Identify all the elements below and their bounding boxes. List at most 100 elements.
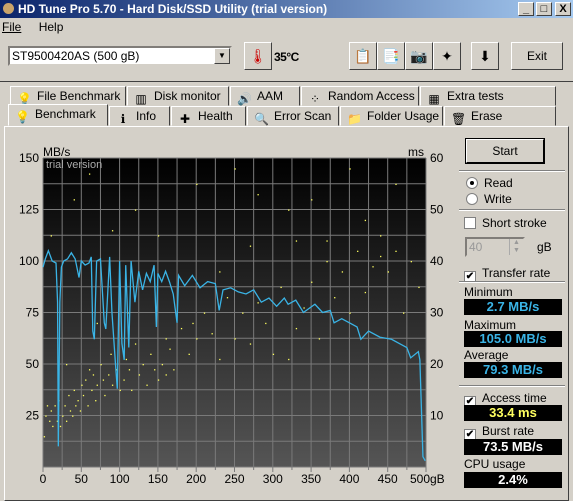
access-time-point	[311, 281, 313, 283]
tab-folder-usage[interactable]: 📁 Folder Usage	[340, 106, 443, 126]
access-time-point	[134, 209, 137, 211]
short-stroke-checkbox[interactable]: Short stroke	[464, 216, 547, 230]
tab-health[interactable]: ✚ Health	[171, 106, 246, 126]
access-time-point	[125, 358, 128, 361]
access-time-point	[349, 312, 351, 314]
access-time-point	[265, 322, 267, 325]
start-button[interactable]: Start	[465, 138, 545, 164]
write-label: Write	[484, 192, 512, 206]
menu-bar: File Help	[0, 18, 573, 36]
average-value: 79.3 MB/s	[464, 362, 562, 378]
access-time-point	[169, 348, 171, 350]
divider	[459, 209, 565, 211]
maximize-button[interactable]: □	[536, 2, 552, 16]
access-time-point	[111, 230, 114, 232]
x-tick-label: 300	[263, 472, 283, 486]
copy-info-icon[interactable]: 📋	[349, 42, 377, 70]
burst-rate-value: 73.5 MB/s	[464, 439, 562, 455]
access-time-point	[142, 364, 144, 366]
read-radio[interactable]: Read	[466, 176, 513, 190]
close-button[interactable]: X	[555, 2, 571, 16]
access-time-point	[65, 420, 68, 422]
access-time-point	[96, 384, 98, 386]
short-stroke-label: Short stroke	[482, 216, 547, 230]
cpu-usage-value: 2.4%	[464, 472, 562, 488]
access-time-point	[418, 286, 420, 289]
tab-random-access[interactable]: ⁘ Random Access	[301, 86, 419, 106]
window-title: HD Tune Pro 5.70 - Hard Disk/SSD Utility…	[18, 2, 328, 16]
tab-erase[interactable]: 🗑 Erase	[444, 106, 556, 126]
access-time-point	[110, 353, 112, 355]
drive-select[interactable]: ST9500420AS (500 gB) ▼	[8, 46, 232, 66]
access-time-point	[108, 374, 110, 376]
tab-icon: 💡	[15, 110, 30, 124]
stroke-size-spinner[interactable]: 40 ▲ ▼	[465, 237, 525, 257]
access-time-point	[364, 219, 367, 222]
access-time-point	[257, 302, 259, 304]
copy-all-icon[interactable]: 📑	[377, 42, 405, 70]
thermometer-icon[interactable]: 🌡	[244, 42, 272, 70]
access-time-point	[249, 245, 252, 247]
y-tick-label-left: 50	[26, 357, 40, 371]
tab-benchmark[interactable]: 💡 Benchmark	[8, 104, 108, 126]
tab-info[interactable]: ℹ Info	[109, 106, 170, 126]
y-tick-label-right: 10	[430, 409, 444, 423]
access-time-point	[119, 389, 121, 392]
access-time-point	[62, 415, 64, 417]
tab-label: Folder Usage	[367, 109, 440, 123]
access-time-point	[95, 400, 97, 402]
access-time-point	[380, 235, 382, 237]
y-tick-label-right: 60	[430, 151, 444, 165]
access-time-point	[157, 379, 160, 381]
transfer-rate-label: Transfer rate	[482, 266, 551, 280]
access-time-point	[196, 338, 198, 340]
access-time-point	[288, 358, 290, 361]
radio-icon	[466, 177, 478, 189]
access-time-point	[349, 168, 351, 170]
minimum-value: 2.7 MB/s	[464, 299, 562, 315]
menu-help[interactable]: Help	[39, 20, 64, 34]
tab-label: Extra tests	[447, 89, 504, 103]
access-time-point	[102, 379, 105, 381]
tab-extra-tests[interactable]: ▦ Extra tests	[420, 86, 556, 106]
menu-file[interactable]: File	[2, 20, 21, 34]
access-time-point	[288, 209, 290, 211]
access-time-point	[196, 183, 198, 186]
save-down-arrow-icon[interactable]: ⬇	[471, 42, 499, 70]
access-time-point	[326, 240, 328, 242]
tab-icon: ⁘	[309, 92, 321, 106]
access-time-point	[49, 420, 51, 422]
access-time-point	[91, 389, 93, 392]
x-tick-label: 100	[110, 472, 130, 486]
access-time-point	[43, 436, 46, 438]
access-time-point	[87, 405, 89, 407]
minimize-button[interactable]: _	[518, 2, 534, 16]
access-time-point	[272, 353, 275, 355]
spinner-arrows-icon[interactable]: ▲ ▼	[509, 239, 523, 255]
title-bar: HD Tune Pro 5.70 - Hard Disk/SSD Utility…	[0, 0, 573, 18]
exit-button[interactable]: Exit	[511, 42, 563, 70]
tab-disk-monitor[interactable]: ▥ Disk monitor	[127, 86, 229, 106]
tab-aam[interactable]: 🔊 AAM	[230, 86, 300, 106]
access-time-point	[410, 261, 412, 263]
access-time-point	[75, 405, 77, 407]
write-radio[interactable]: Write	[466, 192, 512, 206]
access-time-point	[138, 374, 141, 376]
access-time-value: 33.4 ms	[464, 405, 562, 421]
tab-file-benchmark[interactable]: 💡 File Benchmark	[10, 86, 126, 106]
divider	[459, 281, 565, 283]
toolbar: ST9500420AS (500 gB) ▼ 🌡 35°C 📋 📑 📷 ✦ ⬇ Exit	[0, 38, 573, 82]
access-time-point	[234, 168, 236, 170]
screenshot-camera-icon[interactable]: 📷	[405, 42, 433, 70]
tab-error-scan[interactable]: 🔍 Error Scan	[247, 106, 339, 126]
options-icon[interactable]: ✦	[433, 42, 461, 70]
access-time-point	[111, 384, 114, 386]
radio-icon	[466, 193, 478, 205]
y-axis-label-right: ms	[408, 145, 424, 159]
chevron-down-icon[interactable]: ▼	[214, 48, 230, 64]
access-time-point	[68, 394, 70, 397]
access-time-point	[146, 384, 148, 386]
access-time-point	[188, 353, 190, 355]
y-tick-label-left: 100	[19, 254, 39, 268]
access-time-point	[134, 343, 137, 345]
